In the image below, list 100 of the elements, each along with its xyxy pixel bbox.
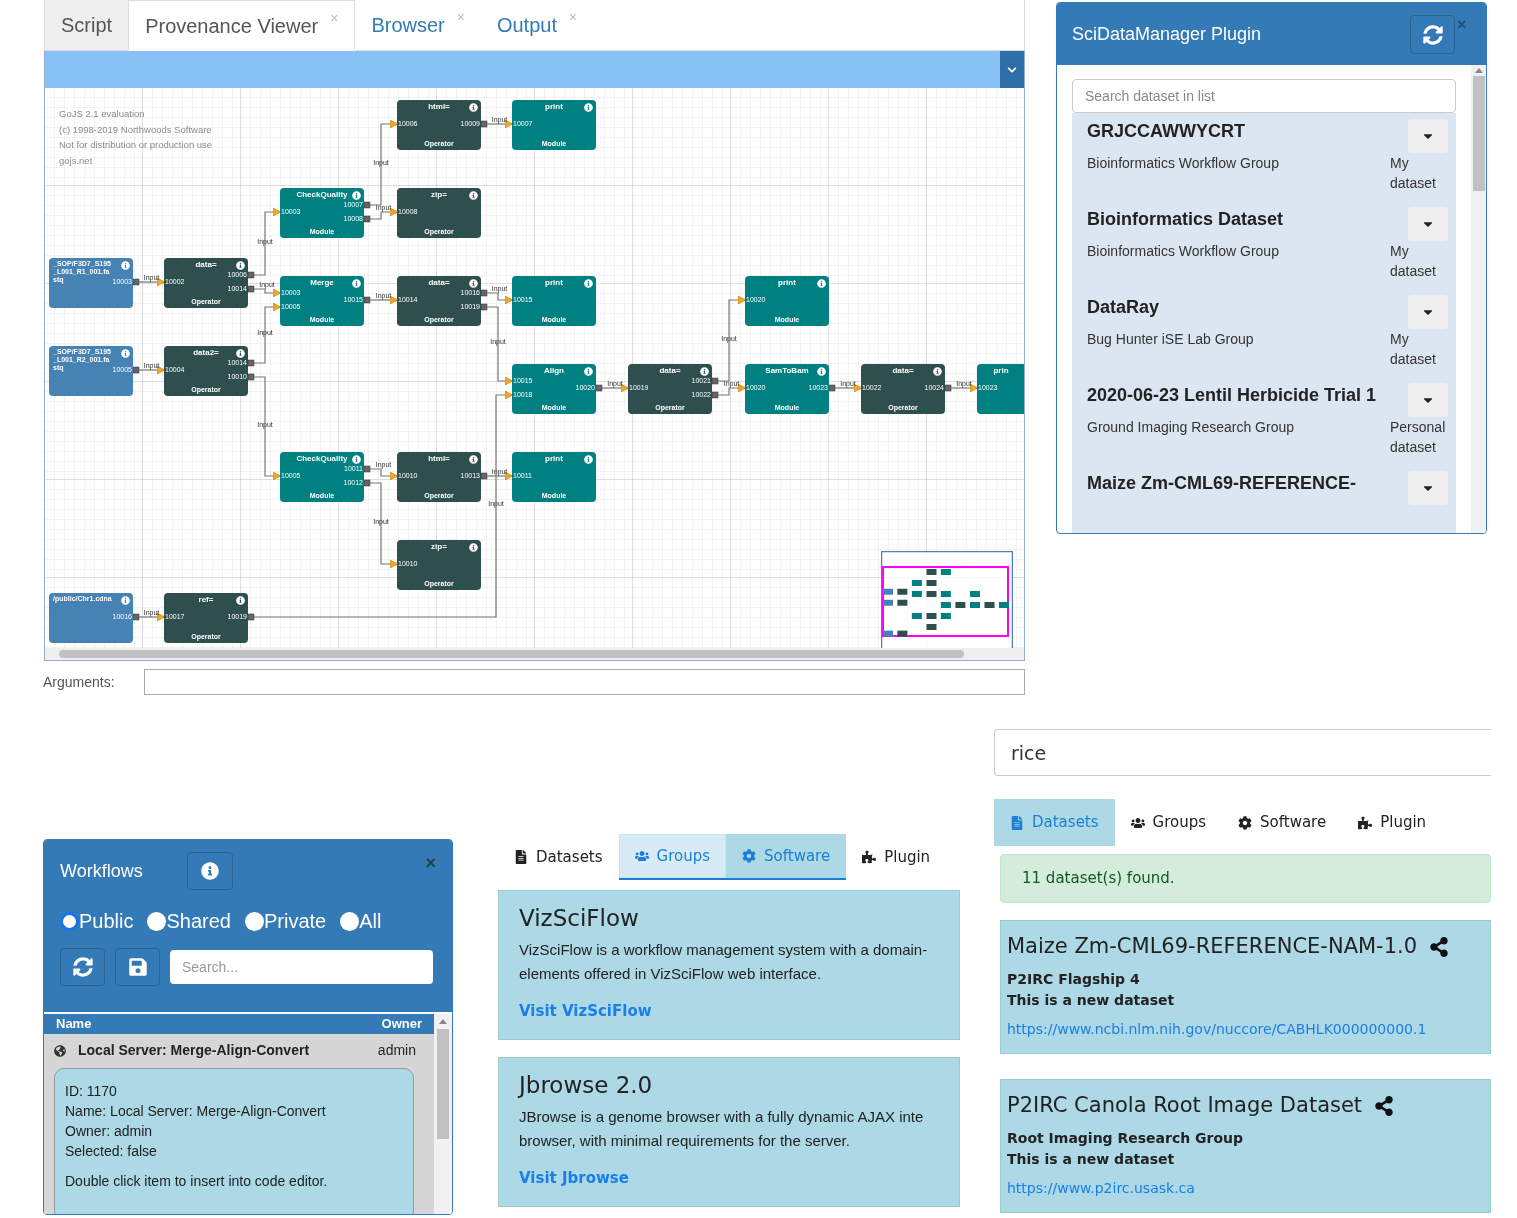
node-title: data= — [195, 260, 217, 269]
workflow-row[interactable]: Local Server: Merge-Align-Convert admin — [54, 1033, 424, 1068]
info-icon[interactable] — [584, 367, 593, 376]
detail-line: Name: Local Server: Merge-Align-Convert — [65, 1101, 327, 1121]
radio-button[interactable] — [340, 911, 360, 931]
radio-label: Shared — [166, 909, 231, 934]
chevron-down-icon — [1007, 64, 1017, 75]
info-icon[interactable] — [236, 261, 245, 270]
horizontal-scrollbar[interactable] — [45, 648, 1024, 660]
category-tab[interactable]: Datasets — [498, 834, 619, 880]
overview-map-drawing[interactable] — [881, 551, 1013, 648]
refresh-button[interactable] — [1410, 15, 1455, 54]
save-icon — [127, 957, 148, 977]
globe-icon — [54, 1044, 66, 1057]
dropdown-button[interactable] — [1408, 119, 1448, 153]
node-title: zip= — [431, 190, 447, 199]
hint-text: Double click item to insert into code editor. — [65, 1171, 329, 1191]
category-tab[interactable]: Groups — [618, 834, 727, 880]
dataset-ownership: My dataset — [1390, 154, 1437, 193]
card-description: JBrowse is a genome browser with a fully dynamic AJAX inte browser, with minimal requirements for the server. — [519, 1106, 924, 1151]
info-icon[interactable] — [121, 349, 130, 358]
info-icon[interactable] — [817, 279, 826, 288]
connector-arrow — [595, 383, 630, 393]
info-icon[interactable] — [352, 455, 361, 464]
dataset-group: Root Imaging Research Group — [1007, 1127, 1484, 1149]
node-title: html= — [428, 454, 450, 463]
dataset-name[interactable]: Bioinformatics Dataset — [1087, 209, 1408, 229]
category-tab[interactable]: Plugin — [846, 834, 947, 880]
detail-line: Owner: admin — [65, 1121, 154, 1141]
editor-tab[interactable]: Provenance Viewer × — [128, 0, 356, 51]
workflow-name: Local Server: Merge-Align-Convert — [78, 1041, 311, 1060]
editor-tab[interactable]: Script — [45, 0, 129, 50]
info-icon[interactable] — [469, 103, 478, 112]
info-icon[interactable] — [469, 543, 478, 552]
info-icon[interactable] — [469, 279, 478, 288]
info-icon[interactable] — [817, 367, 826, 376]
detail-line: Selected: false — [65, 1141, 158, 1161]
search-field[interactable]: Search... — [170, 950, 433, 984]
dataset-name[interactable]: 2020-06-23 Lentil Herbicide Trial 1 — [1087, 385, 1408, 405]
column-header: Owner — [381, 1015, 422, 1033]
evaluation-notice: GoJS 2.1 evaluation (c) 1998-2019 Northwoods Software Not for distribution or production use gojs.net — [59, 107, 213, 168]
node-title: data= — [659, 366, 681, 375]
search-field[interactable]: Search dataset in list — [1072, 79, 1456, 113]
vertical-scrollbar[interactable] — [1471, 65, 1486, 533]
info-button[interactable] — [187, 852, 233, 890]
scroll-up-icon[interactable] — [439, 1019, 447, 1024]
connector-arrow — [363, 295, 399, 305]
node-title: Align — [544, 366, 564, 375]
dataset-group: Ground Imaging Research Group — [1087, 417, 1390, 457]
gear-icon — [742, 849, 757, 863]
connector-arrow — [480, 119, 514, 129]
editor-tab[interactable]: Output × — [480, 0, 594, 50]
share-icon[interactable] — [1374, 1095, 1395, 1116]
dataset-name[interactable]: GRJCCAWWYCRT — [1087, 121, 1408, 141]
category-tab[interactable]: Plugin — [1342, 799, 1443, 846]
share-icon[interactable] — [1429, 936, 1450, 957]
category-tab[interactable]: Software — [1222, 799, 1343, 846]
info-icon[interactable] — [236, 596, 245, 605]
vertical-scrollbar[interactable] — [434, 1014, 452, 1214]
radio-button[interactable] — [245, 911, 264, 931]
scroll-up-icon[interactable] — [1474, 68, 1483, 73]
connector-arrow — [247, 302, 282, 367]
node-title: print — [545, 454, 563, 463]
scrollbar-thumb[interactable] — [1472, 76, 1485, 191]
dropdown-button[interactable] — [1408, 295, 1448, 329]
node-title: zip= — [431, 542, 447, 551]
info-icon[interactable] — [352, 279, 361, 288]
scrollbar-thumb[interactable] — [437, 1029, 449, 1139]
node-title: prin — [993, 366, 1009, 375]
info-icon[interactable] — [584, 279, 593, 288]
info-icon[interactable] — [700, 367, 709, 376]
info-icon[interactable] — [352, 191, 361, 200]
node-title: ref= — [198, 595, 214, 604]
info-icon[interactable] — [469, 191, 478, 200]
connector-arrow — [828, 383, 863, 393]
radio-label: Public — [79, 909, 134, 934]
connector-arrow — [132, 612, 166, 622]
dataset-name[interactable]: DataRay — [1087, 297, 1408, 317]
info-icon[interactable] — [584, 455, 593, 464]
refresh-button[interactable] — [60, 948, 105, 986]
scrollbar-thumb[interactable] — [59, 650, 964, 658]
dataset-name[interactable]: Maize Zm-CML69-REFERENCE- — [1087, 473, 1408, 493]
search-field[interactable]: rice — [994, 729, 1491, 776]
info-icon[interactable] — [121, 261, 130, 270]
info-icon[interactable] — [236, 349, 245, 358]
info-icon[interactable] — [121, 596, 130, 605]
save-button[interactable] — [115, 948, 160, 986]
dropdown-button[interactable] — [1408, 471, 1448, 505]
dropdown-button[interactable] — [1408, 383, 1448, 417]
dropdown-button[interactable] — [1408, 207, 1448, 241]
info-icon[interactable] — [933, 367, 942, 376]
puzzle-icon — [1358, 815, 1373, 830]
info-icon[interactable] — [469, 455, 478, 464]
category-tab[interactable]: Groups — [1114, 799, 1223, 846]
panel-title: SciDataManager Plugin — [1072, 22, 1262, 46]
radio-button[interactable] — [147, 911, 167, 931]
arguments-field[interactable] — [144, 669, 1025, 695]
info-icon[interactable] — [584, 103, 593, 112]
editor-tab[interactable]: Browser × — [355, 0, 481, 50]
radio-button[interactable] — [60, 911, 79, 931]
